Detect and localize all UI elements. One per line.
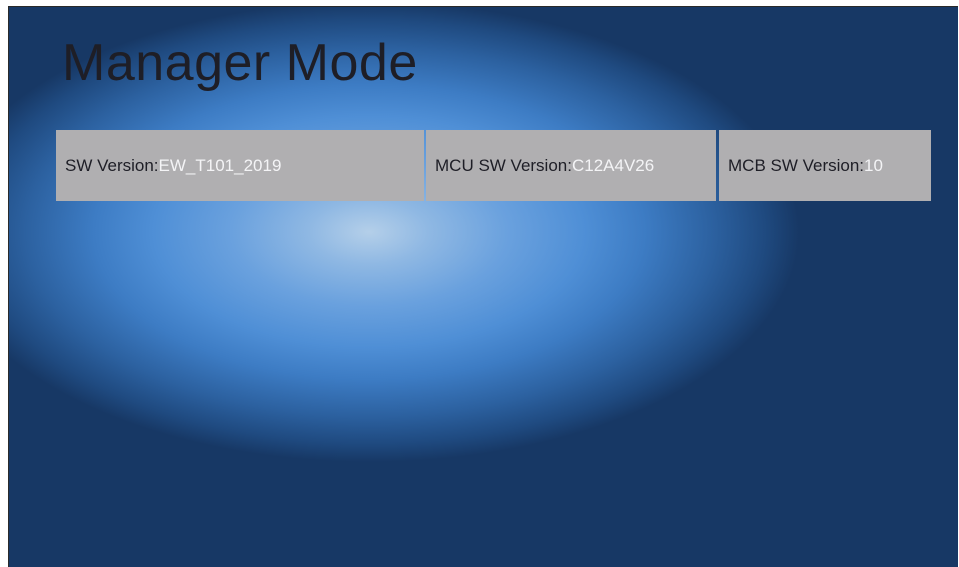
mcu-sw-version-value: C12A4V26	[571, 155, 655, 175]
sw-version-label: SW Version:	[65, 155, 159, 175]
version-info-bar: SW Version: EW_T101_2019 MCU SW Version:…	[56, 130, 931, 201]
sw-version-cell: SW Version: EW_T101_2019	[56, 130, 424, 201]
mcb-sw-version-cell: MCB SW Version: 10	[719, 130, 931, 201]
page-title: Manager Mode	[62, 34, 418, 92]
sw-version-value: EW_T101_2019	[158, 155, 282, 175]
mcb-sw-version-value: 10	[864, 155, 883, 175]
manager-mode-screen: Manager Mode SW Version: EW_T101_2019 MC…	[8, 6, 958, 567]
mcu-sw-version-label: MCU SW Version:	[435, 155, 572, 175]
mcb-sw-version-label: MCB SW Version:	[728, 155, 865, 175]
mcu-sw-version-cell: MCU SW Version: C12A4V26	[426, 130, 716, 201]
